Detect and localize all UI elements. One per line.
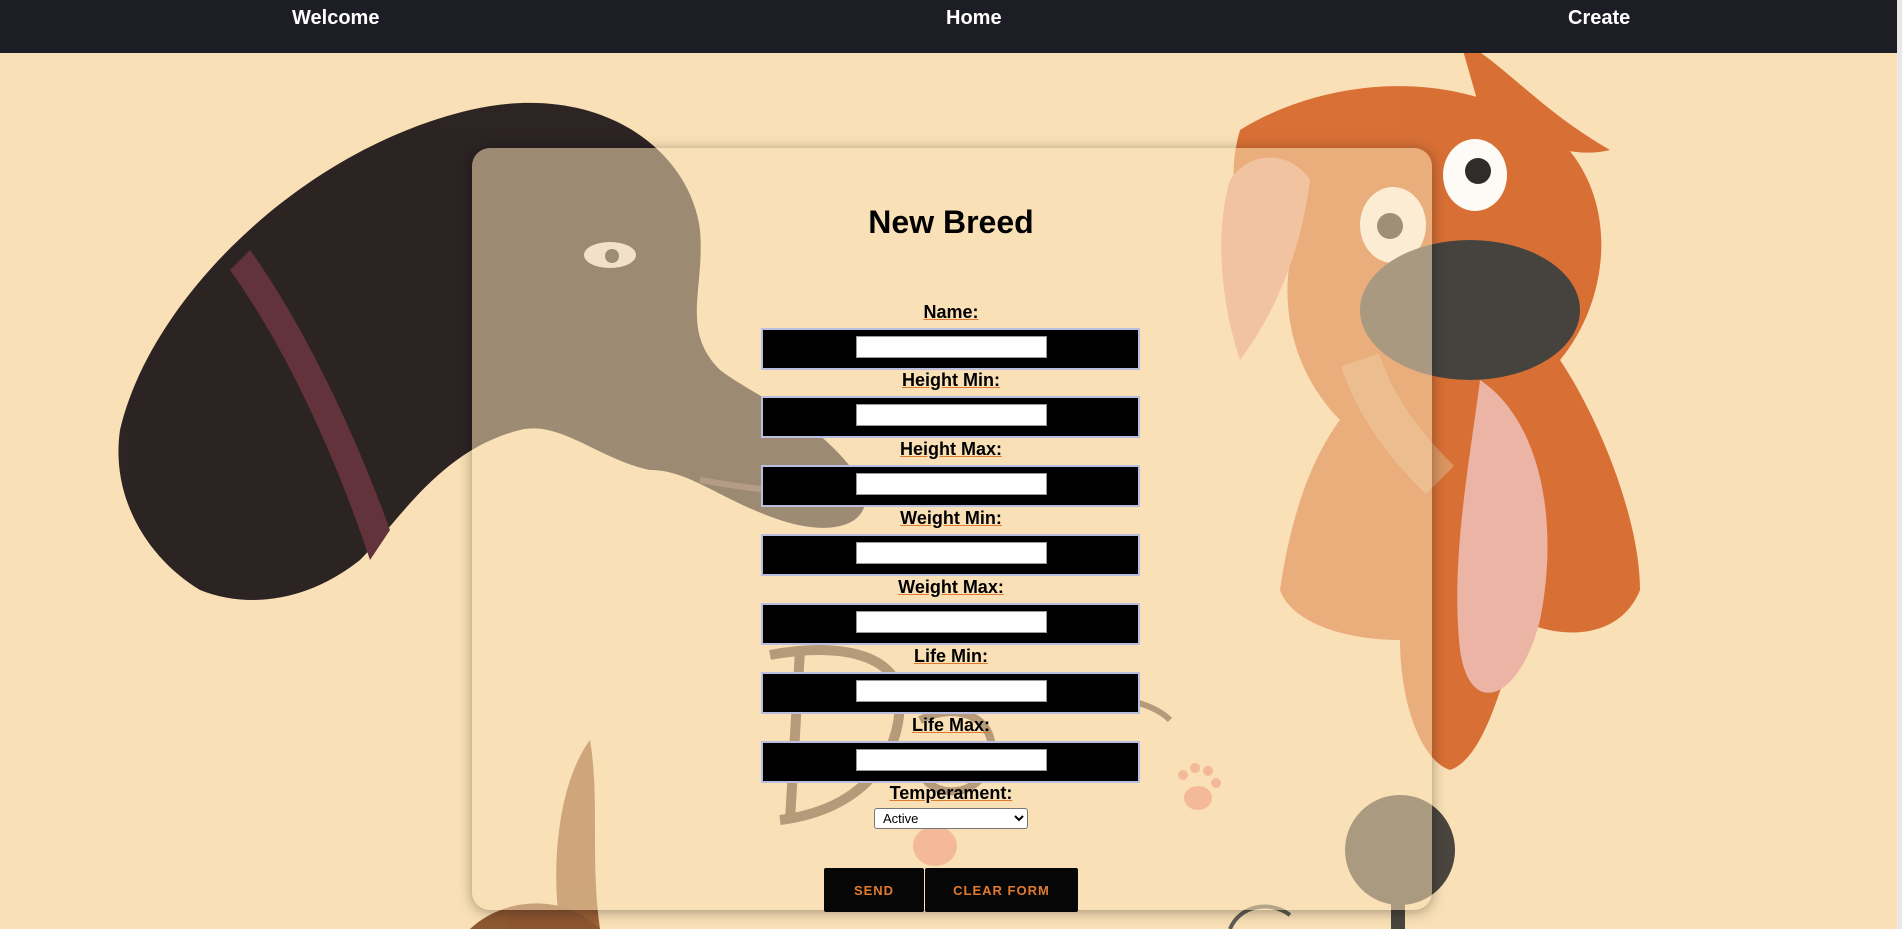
clear-form-button[interactable]: CLEAR FORM xyxy=(925,868,1078,912)
weight-min-label: Weight Min: xyxy=(900,508,1002,528)
weight-min-field-box xyxy=(761,534,1140,576)
height-min-input[interactable] xyxy=(856,404,1047,426)
window-scrollbar[interactable] xyxy=(1897,0,1902,929)
form-title: New Breed xyxy=(868,204,1034,240)
height-min-field-box xyxy=(761,396,1140,438)
life-min-input[interactable] xyxy=(856,680,1047,702)
height-min-label: Height Min: xyxy=(902,370,1000,390)
weight-max-input[interactable] xyxy=(856,611,1047,633)
nav-home-link[interactable]: Home xyxy=(946,7,1002,30)
weight-max-label: Weight Max: xyxy=(898,577,1004,597)
nav-welcome-link[interactable]: Welcome xyxy=(292,7,379,30)
life-max-field-box xyxy=(761,741,1140,783)
name-label: Name: xyxy=(923,302,979,322)
temperament-select[interactable]: Active xyxy=(874,808,1028,829)
height-max-field-box xyxy=(761,465,1140,507)
weight-max-field-box xyxy=(761,603,1140,645)
life-min-label: Life Min: xyxy=(914,646,988,666)
top-navigation-bar: Welcome Home Create xyxy=(0,0,1897,53)
height-max-label: Height Max: xyxy=(899,439,1002,459)
weight-min-input[interactable] xyxy=(856,542,1047,564)
life-min-field-box xyxy=(761,672,1140,714)
temperament-label: Temperament: xyxy=(889,783,1013,803)
name-input[interactable] xyxy=(856,336,1047,358)
send-button[interactable]: SEND xyxy=(824,868,924,912)
name-field-box xyxy=(761,328,1140,370)
life-max-label: Life Max: xyxy=(911,715,990,735)
nav-create-link[interactable]: Create xyxy=(1568,7,1630,30)
height-max-input[interactable] xyxy=(856,473,1047,495)
life-max-input[interactable] xyxy=(856,749,1047,771)
